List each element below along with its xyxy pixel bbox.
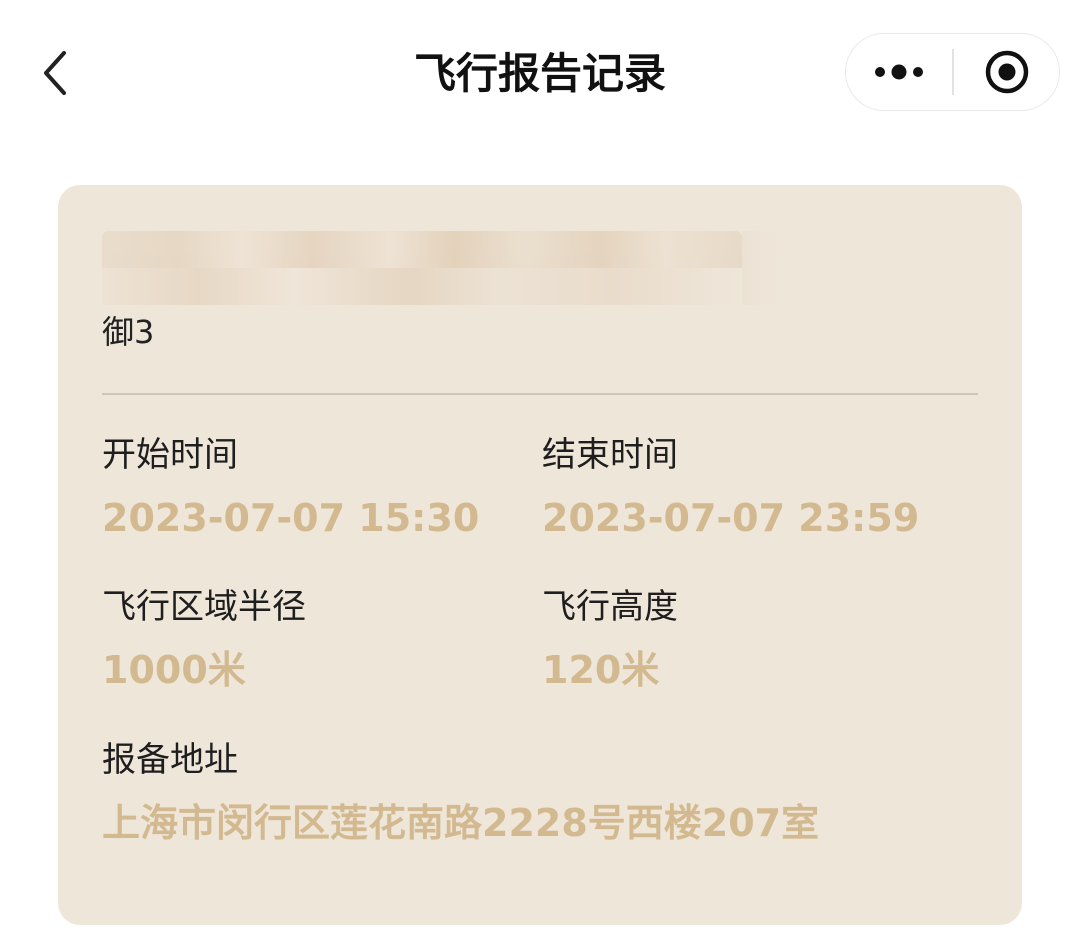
end-time-label: 结束时间 — [542, 435, 678, 475]
target-circle-icon — [985, 50, 1028, 94]
flight-report-page: 飞行报告记录 御3 开始时间 2023-07-07 15:30 结束时间 202… — [0, 0, 1080, 950]
close-button[interactable] — [954, 34, 1059, 110]
drone-model: 御3 — [102, 313, 155, 351]
blur-fade — [742, 231, 782, 305]
address-value: 上海市闵行区莲花南路2228号西楼207室 — [102, 801, 820, 845]
start-time-label: 开始时间 — [102, 435, 238, 475]
flight-radius-value: 1000米 — [102, 648, 246, 692]
flight-altitude-label: 飞行高度 — [542, 587, 678, 627]
end-time-value: 2023-07-07 23:59 — [542, 496, 920, 540]
more-dots-icon — [875, 64, 923, 80]
flight-altitude-value: 120米 — [542, 648, 660, 692]
address-label: 报备地址 — [102, 740, 238, 780]
mini-program-capsule — [845, 33, 1060, 111]
start-time-value: 2023-07-07 15:30 — [102, 496, 480, 540]
flight-record-card[interactable]: 御3 开始时间 2023-07-07 15:30 结束时间 2023-07-07… — [58, 185, 1022, 925]
blurred-serial-number — [102, 231, 742, 305]
card-divider — [102, 393, 978, 395]
more-button[interactable] — [846, 34, 952, 110]
flight-radius-label: 飞行区域半径 — [102, 587, 306, 627]
